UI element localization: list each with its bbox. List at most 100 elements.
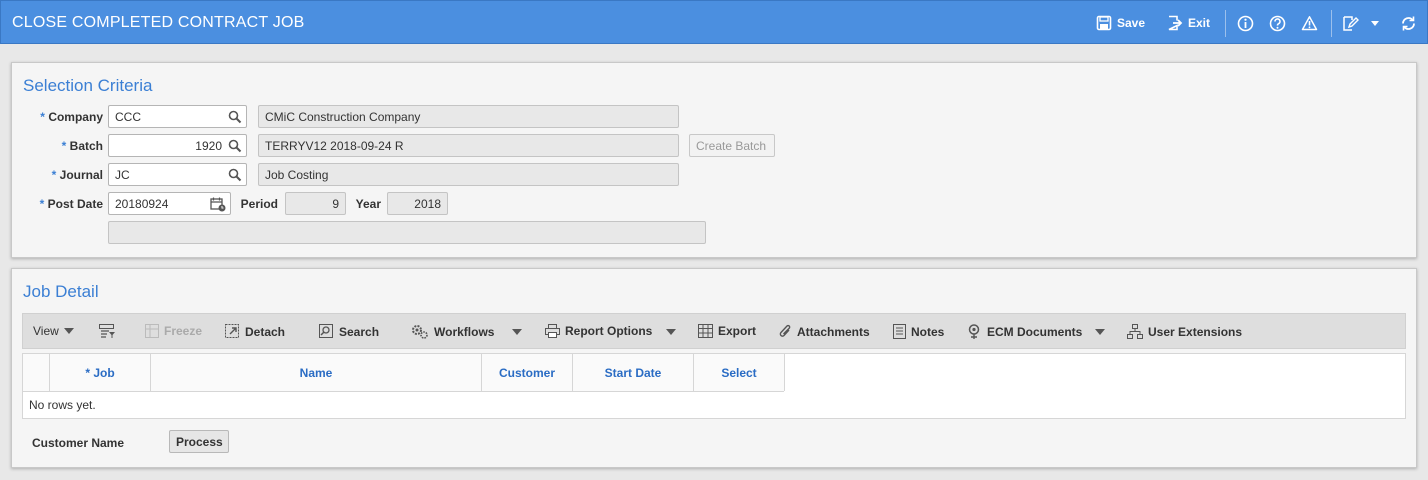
gear-icon xyxy=(412,325,428,339)
help-button[interactable] xyxy=(1269,13,1291,33)
view-label: View xyxy=(33,324,59,338)
workflows-dropdown-icon[interactable] xyxy=(512,329,522,335)
company-description: CMiC Construction Company xyxy=(258,105,679,128)
period-label: Period xyxy=(240,197,278,211)
notes-button[interactable]: Notes xyxy=(893,324,944,339)
chevron-down-icon xyxy=(63,328,74,334)
workflows-button[interactable]: Workflows xyxy=(411,324,494,339)
chevron-down-icon xyxy=(1371,21,1379,26)
job-detail-panel: Job Detail View Freeze Detach Search Wor… xyxy=(11,268,1417,468)
calendar-icon[interactable] xyxy=(210,197,226,212)
search-label: Search xyxy=(339,324,380,339)
required-marker: * xyxy=(61,139,67,153)
empty-grid-message: No rows yet. xyxy=(29,398,96,412)
column-header-select[interactable]: Select xyxy=(694,354,785,391)
attachments-button[interactable]: Attachments xyxy=(779,324,870,339)
export-button[interactable]: Export xyxy=(698,324,756,338)
selection-criteria-panel: Selection Criteria * Company CCC CMiC Co… xyxy=(11,62,1417,258)
header-divider xyxy=(1225,10,1226,37)
journal-description: Job Costing xyxy=(258,163,679,186)
edit-menu-button[interactable] xyxy=(1342,13,1385,33)
workflows-label: Workflows xyxy=(434,324,495,339)
journal-value: JC xyxy=(115,168,130,182)
batch-label: * Batch xyxy=(28,139,103,153)
report-options-button[interactable]: Report Options xyxy=(545,324,652,338)
export-label: Export xyxy=(718,324,757,338)
exit-label: Exit xyxy=(1188,16,1211,30)
year-label: Year xyxy=(355,197,381,211)
notes-icon xyxy=(893,324,906,339)
search-icon xyxy=(319,324,333,338)
report-options-label: Report Options xyxy=(565,324,653,338)
search-icon[interactable] xyxy=(228,110,242,124)
search-icon[interactable] xyxy=(228,168,242,182)
job-detail-toolbar: View Freeze Detach Search Workflows Repo… xyxy=(22,313,1406,349)
export-icon xyxy=(698,324,713,338)
company-label-text: Company xyxy=(48,110,103,124)
paperclip-icon xyxy=(779,324,791,337)
ecm-documents-label: ECM Documents xyxy=(987,324,1083,339)
detach-button[interactable]: Detach xyxy=(225,324,285,339)
required-marker: * xyxy=(39,197,45,211)
header-divider-2 xyxy=(1331,10,1332,37)
page-title: CLOSE COMPLETED CONTRACT JOB xyxy=(12,14,305,31)
batch-description: TERRYV12 2018-09-24 R xyxy=(258,134,679,157)
refresh-icon xyxy=(1402,16,1415,30)
save-button[interactable]: Save xyxy=(1096,13,1145,33)
user-extensions-button[interactable]: User Extensions xyxy=(1127,324,1242,339)
search-icon[interactable] xyxy=(228,139,242,153)
create-batch-button[interactable]: Create Batch xyxy=(689,134,775,157)
printer-icon xyxy=(545,324,560,338)
post-date-value: 20180924 xyxy=(115,197,169,211)
view-menu[interactable]: View xyxy=(33,324,74,338)
journal-label: * Journal xyxy=(28,168,103,182)
job-grid: * Job Name Customer Start Date Select No… xyxy=(22,353,1406,419)
required-marker: * xyxy=(51,168,57,182)
ecm-documents-button[interactable]: ECM Documents xyxy=(967,324,1082,339)
exit-icon xyxy=(1168,15,1183,31)
detach-label: Detach xyxy=(245,324,286,339)
help-icon xyxy=(1269,15,1286,31)
report-options-dropdown-icon[interactable] xyxy=(666,329,676,335)
user-extensions-label: User Extensions xyxy=(1148,324,1243,339)
column-header-name[interactable]: Name xyxy=(151,354,482,391)
notes-label: Notes xyxy=(911,324,945,339)
info-icon xyxy=(1237,15,1254,31)
year-value: 2018 xyxy=(387,192,448,215)
journal-label-text: Journal xyxy=(59,168,103,182)
post-date-field[interactable]: 20180924 xyxy=(108,192,231,215)
company-field[interactable]: CCC xyxy=(108,105,247,128)
post-date-label-text: Post Date xyxy=(47,197,103,211)
freeze-button[interactable]: Freeze xyxy=(145,324,202,338)
refresh-button[interactable] xyxy=(1400,13,1422,33)
info-button[interactable] xyxy=(1237,13,1259,33)
warning-icon xyxy=(1301,15,1318,30)
detach-icon xyxy=(225,324,239,338)
company-label: * Company xyxy=(28,110,103,124)
customer-name-label: Customer Name xyxy=(32,436,125,450)
required-marker: * xyxy=(40,110,45,124)
title-bar: CLOSE COMPLETED CONTRACT JOB Save Exit xyxy=(0,0,1428,44)
batch-field[interactable]: 1920 xyxy=(108,134,247,157)
save-icon xyxy=(1096,15,1112,31)
column-header-customer[interactable]: Customer xyxy=(482,354,573,391)
selection-criteria-title: Selection Criteria xyxy=(23,76,153,95)
batch-value: 1920 xyxy=(195,139,222,153)
row-selector-header[interactable] xyxy=(23,354,50,391)
column-header-start-date[interactable]: Start Date xyxy=(573,354,694,391)
journal-field[interactable]: JC xyxy=(108,163,247,186)
freeze-label: Freeze xyxy=(164,324,203,338)
exit-button[interactable]: Exit xyxy=(1167,13,1210,33)
column-header-job[interactable]: * Job xyxy=(50,354,151,391)
ecm-documents-dropdown-icon[interactable] xyxy=(1095,329,1105,335)
process-button[interactable]: Process xyxy=(169,430,229,453)
freeze-icon xyxy=(145,324,159,338)
search-button[interactable]: Search xyxy=(319,324,379,339)
grid-header: * Job Name Customer Start Date Select xyxy=(23,354,785,392)
status-field xyxy=(108,221,706,244)
warning-button[interactable] xyxy=(1301,13,1323,33)
query-by-example-button[interactable] xyxy=(99,324,120,338)
post-date-label: * Post Date xyxy=(28,197,103,211)
company-value: CCC xyxy=(115,110,141,124)
attachments-label: Attachments xyxy=(797,324,870,339)
